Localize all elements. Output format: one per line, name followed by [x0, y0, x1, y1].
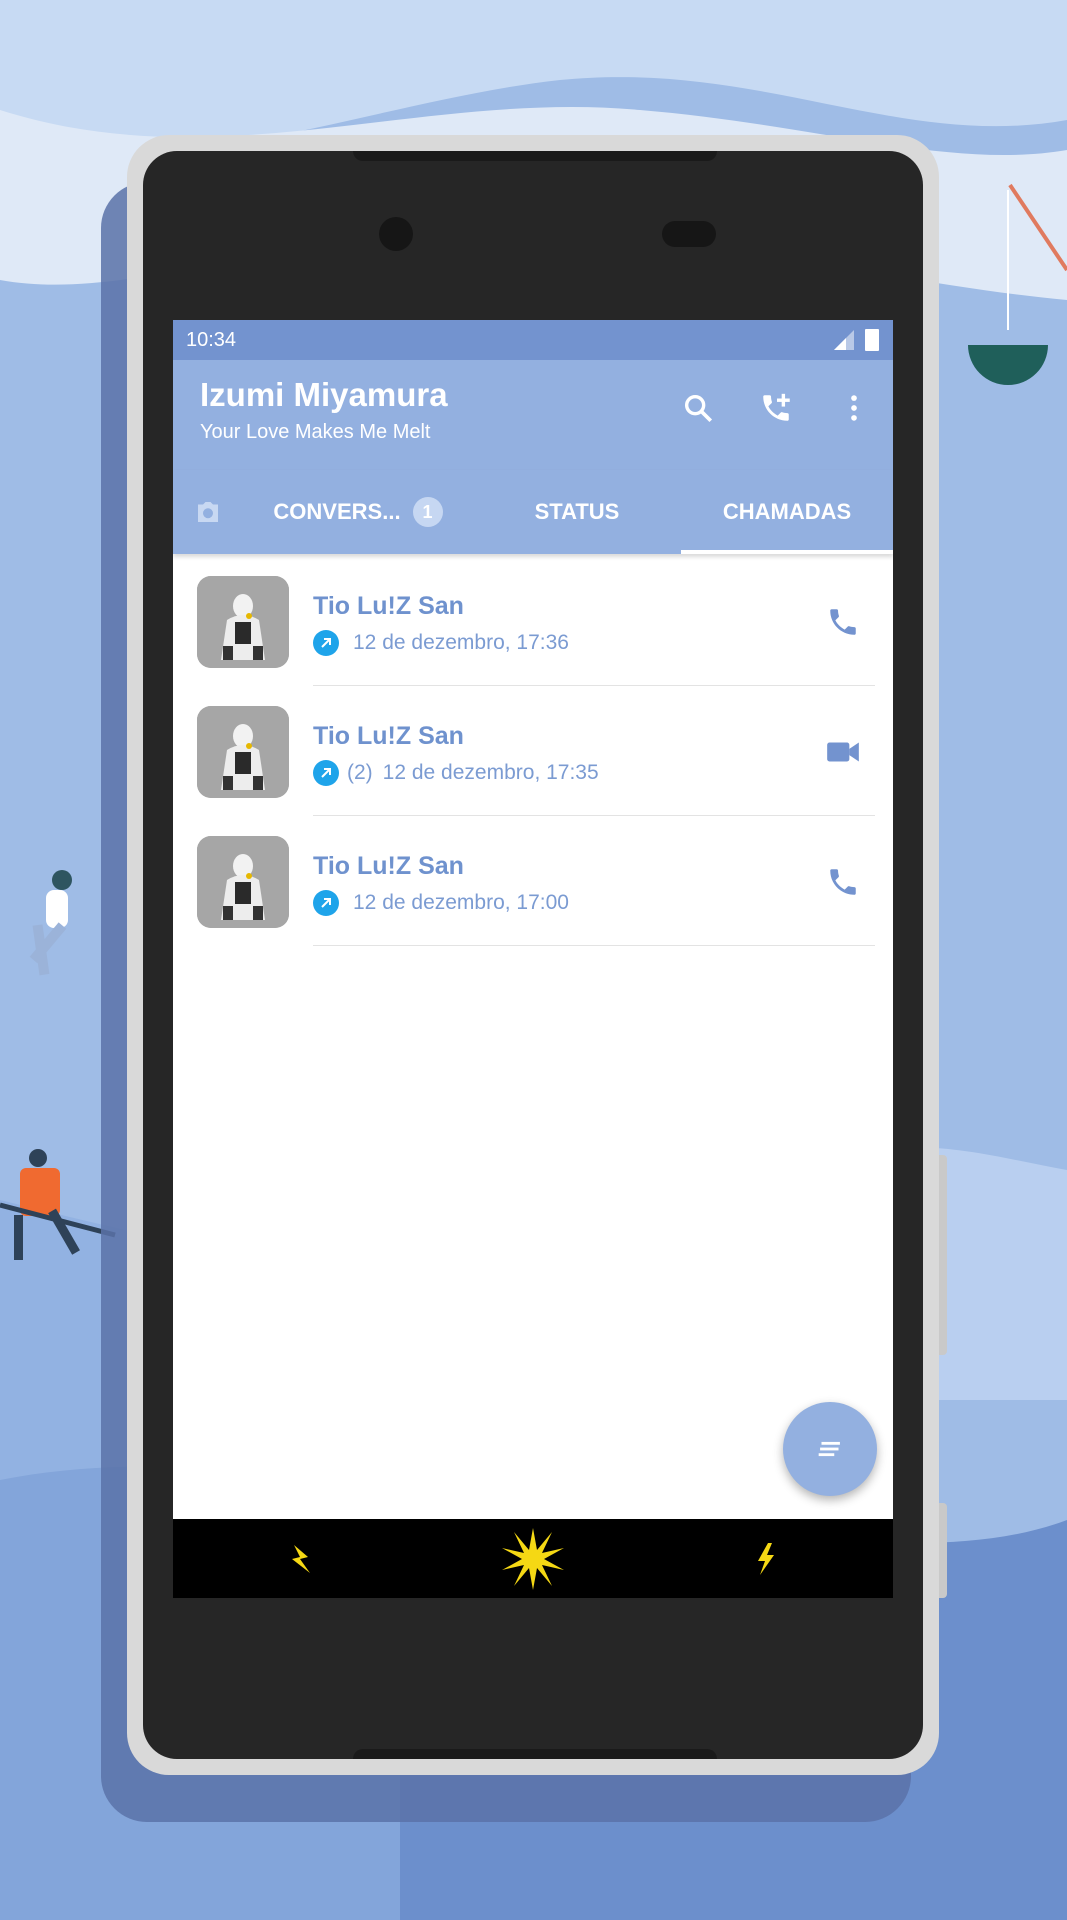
- call-time: 12 de dezembro, 17:35: [382, 761, 599, 784]
- chat-title: Izumi Miyamura: [200, 376, 448, 413]
- outgoing-call-icon: [313, 890, 339, 916]
- tab-status[interactable]: STATUS: [473, 470, 681, 554]
- more-options-button[interactable]: [815, 384, 893, 432]
- contact-name: Tio Lu!Z San: [313, 722, 464, 750]
- call-row[interactable]: Tio Lu!Z San (2) 12 de dezembro, 17:35: [173, 686, 893, 816]
- tab-conversas[interactable]: CONVERS... 1: [243, 470, 473, 554]
- lightning-recents-icon: [758, 1543, 774, 1575]
- call-time: 12 de dezembro, 17:00: [353, 891, 569, 914]
- outgoing-call-icon: [313, 760, 339, 786]
- tab-conversas-label: CONVERS...: [273, 499, 401, 524]
- more-vert-icon: [851, 395, 857, 421]
- search-icon: [684, 394, 713, 423]
- chat-subtitle: Your Love Makes Me Melt: [200, 421, 431, 443]
- nav-home-button[interactable]: [488, 1527, 578, 1591]
- app-bar: Izumi Miyamura Your Love Makes Me Melt: [173, 360, 893, 470]
- status-time: 10:34: [186, 328, 237, 351]
- avatar[interactable]: [197, 836, 289, 928]
- phone-bottom-edge: [353, 1749, 717, 1759]
- contact-photo: [197, 576, 289, 668]
- call-count: (2): [347, 761, 373, 784]
- side-button: [939, 1503, 947, 1598]
- tab-camera[interactable]: [173, 470, 243, 554]
- outgoing-call-icon: [313, 630, 339, 656]
- camera-icon: [198, 502, 218, 522]
- tab-chamadas[interactable]: CHAMADAS: [681, 470, 893, 554]
- side-button: [939, 1155, 947, 1355]
- call-time: 12 de dezembro, 17:36: [353, 631, 569, 654]
- earpiece-speaker: [662, 221, 716, 247]
- call-details: (2) 12 de dezembro, 17:35: [313, 760, 599, 786]
- call-details: 12 de dezembro, 17:00: [313, 890, 569, 916]
- voice-call-button[interactable]: [813, 854, 873, 910]
- contact-name: Tio Lu!Z San: [313, 592, 464, 620]
- phone-icon: [830, 869, 856, 895]
- search-button[interactable]: [659, 384, 737, 432]
- videocam-icon: [827, 742, 859, 762]
- starburst-home-icon: [502, 1528, 564, 1590]
- tab-status-label: STATUS: [534, 499, 620, 524]
- phone-icon: [830, 609, 856, 635]
- new-call-button[interactable]: [737, 384, 815, 432]
- unread-badge: 1: [412, 497, 443, 527]
- fab-button[interactable]: [783, 1402, 877, 1496]
- navigation-bar: [173, 1519, 893, 1598]
- lightning-back-icon: [292, 1545, 310, 1573]
- add-call-icon: [763, 393, 790, 421]
- nav-back-button[interactable]: [256, 1527, 346, 1591]
- divider: [313, 945, 875, 946]
- video-call-button[interactable]: [813, 724, 873, 780]
- call-row[interactable]: Tio Lu!Z San 12 de dezembro, 17:36: [173, 556, 893, 686]
- call-row[interactable]: Tio Lu!Z San 12 de dezembro, 17:00: [173, 816, 893, 946]
- phone-top-edge: [353, 151, 717, 161]
- status-bar: 10:34: [173, 320, 893, 360]
- call-details: 12 de dezembro, 17:36: [313, 630, 569, 656]
- front-camera: [379, 217, 413, 251]
- avatar[interactable]: [197, 706, 289, 798]
- avatar[interactable]: [197, 576, 289, 668]
- tab-bar: CONVERS... 1 STATUS CHAMADAS: [173, 470, 893, 554]
- voice-call-button[interactable]: [813, 594, 873, 650]
- tab-indicator: [681, 550, 893, 554]
- tab-chamadas-label: CHAMADAS: [722, 499, 852, 524]
- battery-icon: [865, 329, 879, 351]
- nav-recents-button[interactable]: [720, 1527, 810, 1591]
- app-screen: 10:34 Izumi Miyamura Your Love Makes Me …: [173, 320, 893, 1598]
- signal-icon: [834, 330, 854, 350]
- contact-photo: [197, 836, 289, 928]
- contact-name: Tio Lu!Z San: [313, 852, 464, 880]
- menu-lines-icon: [818, 1441, 840, 1457]
- contact-photo: [197, 706, 289, 798]
